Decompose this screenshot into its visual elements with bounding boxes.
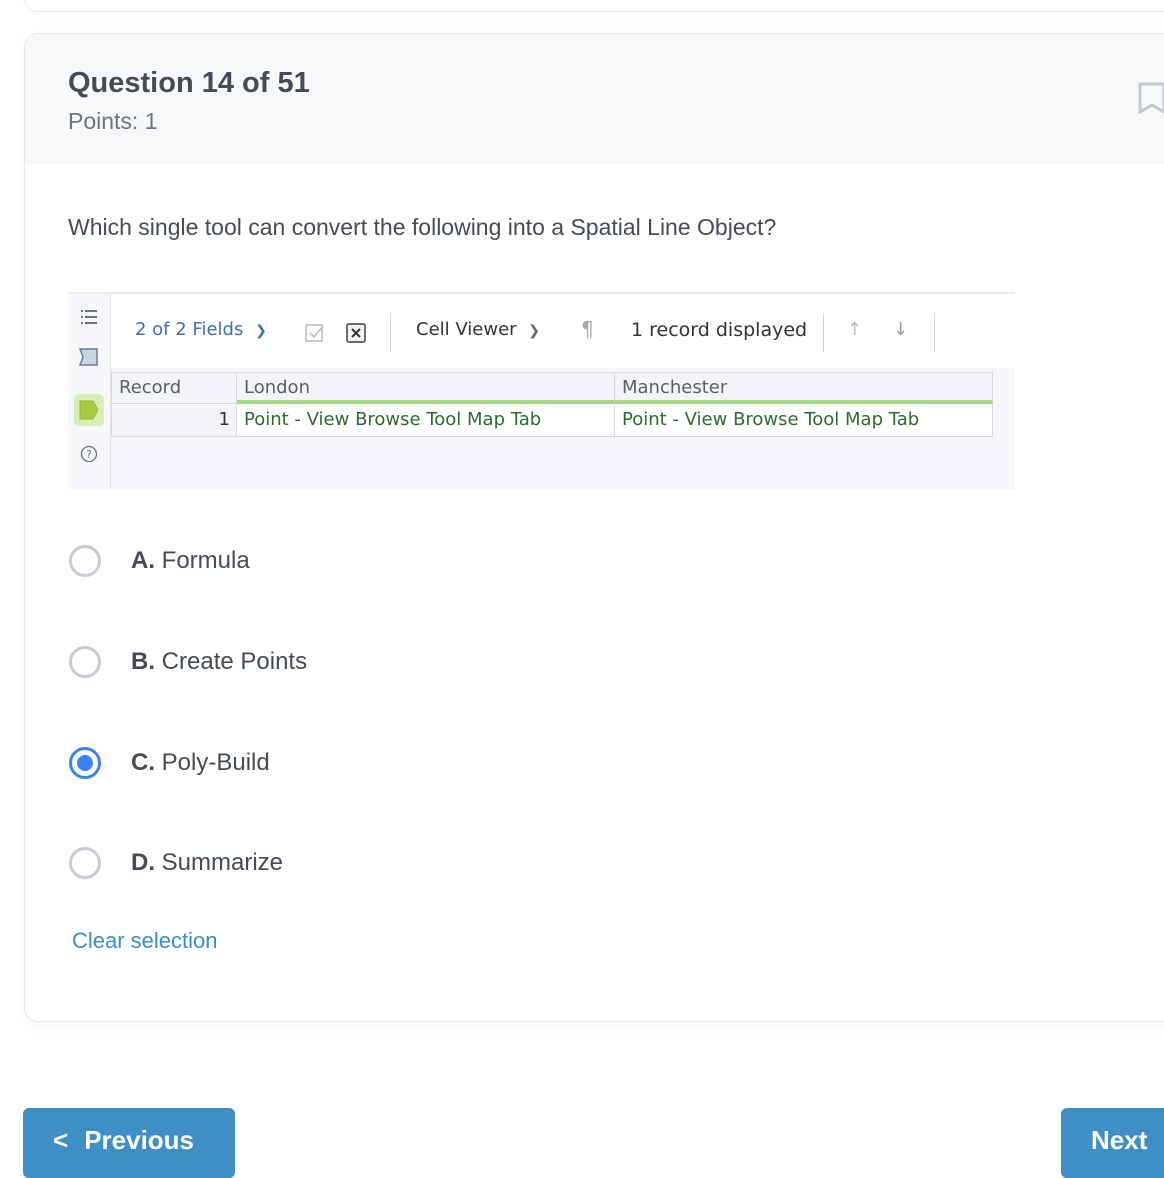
option-letter: C.	[131, 749, 155, 776]
list-icon	[81, 310, 97, 324]
option-letter: A.	[131, 547, 155, 574]
option-a-text: A. Formula	[131, 547, 250, 575]
option-c[interactable]: C. Poly-Build	[69, 743, 270, 783]
header-record: Record	[111, 372, 237, 404]
header-london: London	[237, 372, 615, 404]
toolbar-divider	[934, 314, 935, 352]
next-button[interactable]: Next	[1061, 1108, 1164, 1178]
chevron-down-icon: ❯	[528, 323, 541, 339]
option-b-text: B. Create Points	[131, 648, 307, 676]
header-manchester: Manchester	[615, 372, 993, 404]
radio-b[interactable]	[69, 646, 101, 678]
toolbar-divider	[823, 314, 824, 352]
clear-box-icon	[346, 323, 366, 343]
previous-button[interactable]: < Previous	[23, 1108, 235, 1178]
previous-label: Previous	[84, 1125, 195, 1155]
grid-header-row: Record London Manchester	[111, 372, 993, 404]
arrow-down-icon: ↓	[893, 319, 909, 340]
viewer-label: Cell Viewer	[416, 319, 517, 340]
bookmark-icon[interactable]	[1137, 81, 1164, 115]
image-sidebar: ?	[68, 294, 111, 489]
toolbar-divider	[390, 314, 391, 352]
chevron-left-icon: <	[53, 1125, 69, 1155]
option-label: Poly-Build	[161, 749, 270, 776]
records-count: 1 record displayed	[631, 319, 808, 341]
option-letter: B.	[131, 648, 155, 675]
record-number: 1	[111, 405, 237, 437]
question-image: ? 2 of 2 Fields ❯ Cell Viewer ❯ ¶ 1 reco…	[68, 292, 1015, 489]
output-anchor-icon	[79, 400, 99, 420]
radio-a[interactable]	[69, 545, 101, 577]
next-label: Next	[1091, 1125, 1148, 1155]
option-d-text: D. Summarize	[131, 849, 283, 877]
option-letter: D.	[131, 849, 155, 876]
cell-viewer-dropdown: Cell Viewer ❯	[416, 319, 540, 340]
question-points: Points: 1	[68, 108, 158, 134]
option-c-text: C. Poly-Build	[131, 749, 270, 777]
cell-manchester: Point - View Browse Tool Map Tab	[615, 405, 993, 437]
table-row: 1 Point - View Browse Tool Map Tab Point…	[111, 405, 993, 437]
option-label: Summarize	[161, 849, 284, 876]
fields-label: 2 of 2 Fields	[135, 319, 244, 340]
fields-dropdown: 2 of 2 Fields ❯	[135, 319, 267, 340]
help-icon: ?	[80, 445, 98, 463]
question-text: Which single tool can convert the follow…	[68, 214, 777, 240]
input-anchor-icon	[78, 348, 98, 366]
image-toolbar: 2 of 2 Fields ❯ Cell Viewer ❯ ¶ 1 record…	[111, 294, 1015, 368]
arrow-up-icon: ↑	[847, 319, 863, 340]
cell-london: Point - View Browse Tool Map Tab	[237, 405, 615, 437]
option-b[interactable]: B. Create Points	[69, 642, 307, 682]
radio-d[interactable]	[69, 847, 101, 879]
checkbox-icon	[305, 324, 324, 342]
svg-text:?: ?	[86, 448, 92, 461]
option-a[interactable]: A. Formula	[69, 541, 250, 581]
radio-c[interactable]	[69, 747, 101, 779]
option-label: Formula	[161, 547, 250, 574]
question-header: Question 14 of 51 Points: 1	[25, 34, 1164, 164]
question-card: Question 14 of 51 Points: 1 Which single…	[24, 33, 1164, 1022]
option-label: Create Points	[161, 648, 308, 675]
previous-question-card	[24, 0, 1164, 12]
chevron-down-icon: ❯	[255, 323, 267, 339]
question-title: Question 14 of 51	[68, 67, 310, 99]
option-d[interactable]: D. Summarize	[69, 843, 283, 883]
clear-selection-link[interactable]: Clear selection	[72, 928, 218, 954]
pilcrow-icon: ¶	[581, 317, 594, 341]
